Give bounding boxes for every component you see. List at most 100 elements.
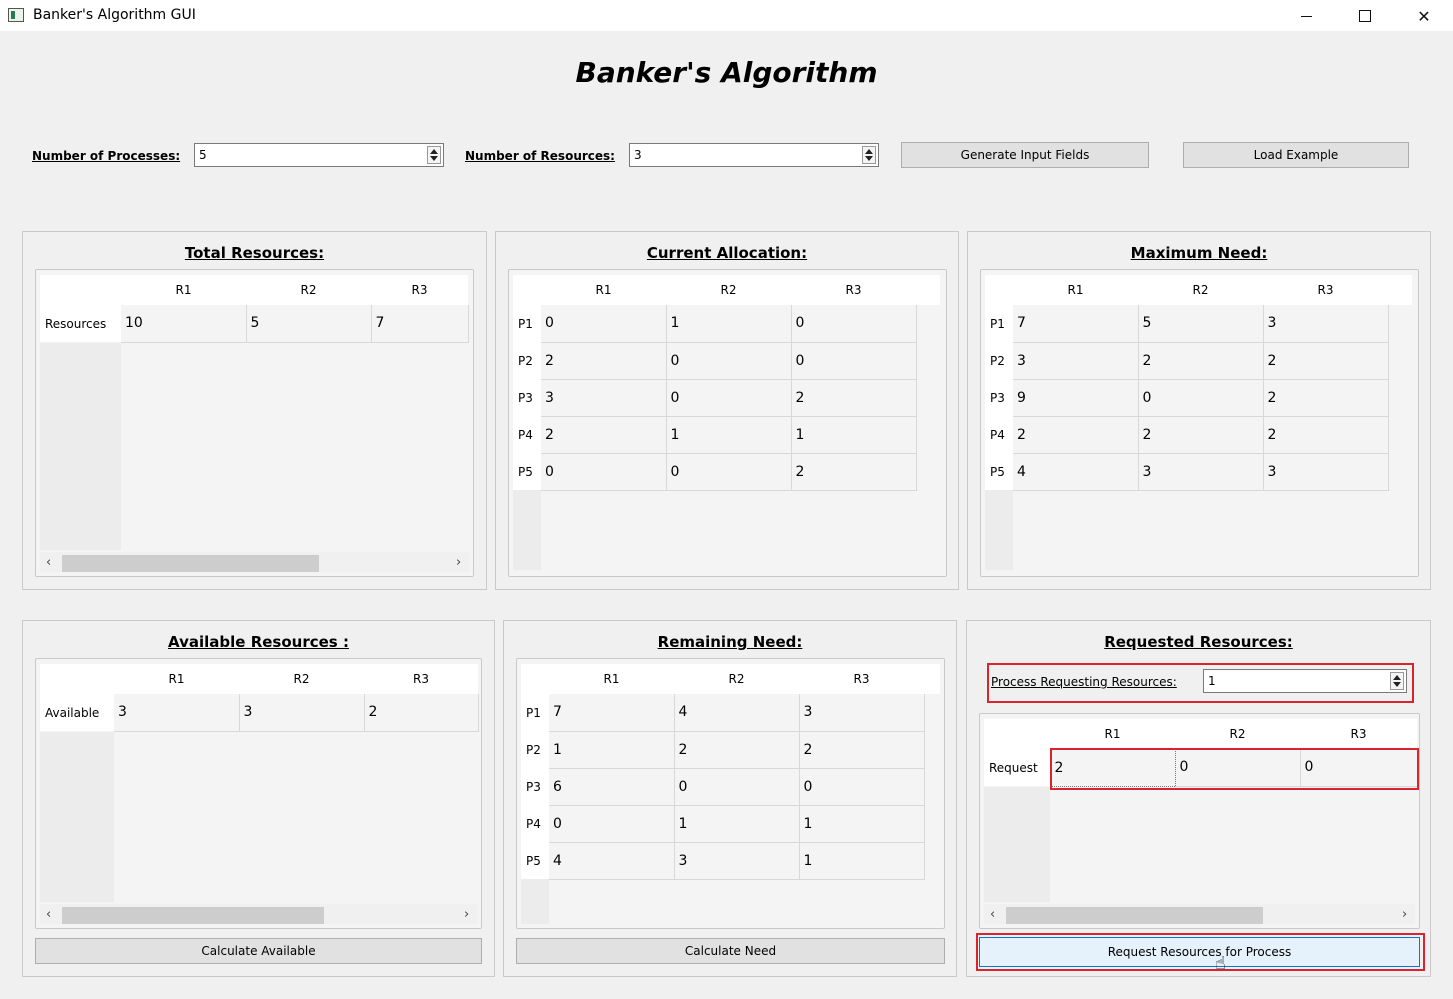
scroll-left-icon[interactable]: ‹ (46, 907, 51, 922)
spin-arrows-icon[interactable] (427, 146, 441, 164)
table-cell[interactable]: 4 (549, 842, 675, 880)
horizontal-scrollbar[interactable]: ‹ › (40, 552, 469, 572)
table-cell[interactable]: 2 (1263, 379, 1389, 417)
current-allocation-group: Current Allocation: R1 R2 R3 P1 0 1 0 P2 2 0 0… (495, 231, 959, 590)
table-cell[interactable]: 3 (239, 694, 365, 732)
table-cell[interactable]: 7 (371, 305, 469, 343)
table-cell[interactable]: 3 (1263, 453, 1389, 491)
scrollbar-thumb[interactable] (62, 555, 319, 572)
scroll-left-icon[interactable]: ‹ (990, 907, 995, 922)
processes-spinbox[interactable]: 5 (194, 143, 444, 167)
table-cell[interactable]: 1 (791, 416, 917, 454)
table-row: P1 0 1 0 (513, 305, 940, 343)
column-header: R2 (246, 275, 371, 305)
table-cell[interactable]: 9 (1013, 379, 1139, 417)
maximize-icon[interactable] (1342, 0, 1388, 32)
table-cell[interactable]: 2 (1263, 416, 1389, 454)
table-cell[interactable]: 1 (666, 416, 792, 454)
table-cell[interactable]: 0 (791, 342, 917, 380)
spin-arrows-icon[interactable] (862, 146, 876, 164)
maximum-need-group: Maximum Need: R1 R2 R3 P1 7 5 3 P2 3 2 2 P3 9 0 2… (967, 231, 1431, 590)
table-cell[interactable]: 7 (549, 694, 675, 732)
table-cell[interactable]: 3 (541, 379, 667, 417)
highlight-box (976, 933, 1425, 971)
table-cell[interactable]: 3 (799, 694, 925, 732)
table-cell[interactable]: 3 (674, 842, 800, 880)
table-cell[interactable]: 5 (246, 305, 372, 343)
table-row: P1 7 4 3 (521, 694, 940, 732)
table-cell[interactable]: 2 (1138, 416, 1264, 454)
scroll-right-icon[interactable]: › (456, 555, 461, 570)
table-cell[interactable]: 0 (1138, 379, 1264, 417)
highlight-box (1050, 748, 1419, 790)
table-cell[interactable]: 0 (666, 453, 792, 491)
minimize-icon[interactable] (1283, 0, 1329, 32)
row-header: Request (984, 749, 1050, 786)
table-cell[interactable]: 3 (1013, 342, 1139, 380)
table-cell[interactable]: 0 (791, 305, 917, 343)
table-cell[interactable]: 2 (799, 731, 925, 769)
row-header: P2 (985, 342, 1013, 379)
generate-input-fields-button[interactable]: Generate Input Fields (901, 142, 1149, 168)
table-cell[interactable]: 2 (541, 342, 667, 380)
table-cell[interactable]: 4 (674, 694, 800, 732)
scrollbar-thumb[interactable] (1006, 907, 1263, 924)
remaining-need-group: Remaining Need: R1 R2 R3 P1 7 4 3 P2 1 2 2 P3 6… (503, 620, 957, 977)
calculate-available-button[interactable]: Calculate Available (35, 938, 482, 964)
row-header: P1 (521, 694, 549, 731)
table-cell[interactable]: 4 (1013, 453, 1139, 491)
current-allocation-table: R1 R2 R3 P1 0 1 0 P2 2 0 0 P3 3 0 2 P4 2 1 1 P5 0 0 2 (508, 269, 947, 577)
table-cell[interactable]: 1 (549, 731, 675, 769)
table-cell[interactable]: 7 (1013, 305, 1139, 343)
column-header: R2 (1175, 719, 1300, 749)
horizontal-scrollbar[interactable]: ‹ › (40, 904, 477, 924)
table-cell[interactable]: 10 (121, 305, 247, 343)
table-cell[interactable]: 2 (674, 731, 800, 769)
table-cell[interactable]: 0 (549, 805, 675, 843)
load-example-button[interactable]: Load Example (1183, 142, 1409, 168)
table-cell[interactable]: 1 (674, 805, 800, 843)
table-row: P5 4 3 3 (985, 453, 1412, 491)
table-cell[interactable]: 0 (541, 305, 667, 343)
row-header: P4 (513, 416, 541, 453)
scrollbar-thumb[interactable] (62, 907, 324, 924)
resources-spinbox[interactable]: 3 (629, 143, 879, 167)
table-cell[interactable]: 1 (666, 305, 792, 343)
table-cell[interactable]: 2 (1013, 416, 1139, 454)
table-cell[interactable]: 3 (1138, 453, 1264, 491)
table-cell[interactable]: 0 (541, 453, 667, 491)
horizontal-scrollbar[interactable]: ‹ › (984, 904, 1415, 924)
current-allocation-title: Current Allocation: (646, 244, 808, 262)
table-cell[interactable]: 2 (364, 694, 479, 732)
requested-resources-title: Requested Resources: (1104, 633, 1293, 651)
table-cell[interactable]: 0 (799, 768, 925, 806)
column-header: R3 (371, 275, 468, 305)
calculate-need-button[interactable]: Calculate Need (516, 938, 945, 964)
column-header: R2 (239, 664, 364, 694)
scroll-left-icon[interactable]: ‹ (46, 555, 51, 570)
scroll-right-icon[interactable]: › (464, 907, 469, 922)
table-row: P5 4 3 1 (521, 842, 940, 880)
table-row: P3 3 0 2 (513, 379, 940, 417)
table-cell[interactable]: 3 (1263, 305, 1389, 343)
table-cell[interactable]: 2 (1138, 342, 1264, 380)
column-header: R3 (799, 664, 924, 694)
table-cell[interactable]: 2 (791, 379, 917, 417)
table-cell[interactable]: 0 (666, 342, 792, 380)
table-row: P2 2 0 0 (513, 342, 940, 380)
scroll-right-icon[interactable]: › (1402, 907, 1407, 922)
table-cell[interactable]: 3 (114, 694, 240, 732)
table-cell[interactable]: 2 (791, 453, 917, 491)
table-cell[interactable]: 0 (666, 379, 792, 417)
row-header: P5 (521, 842, 549, 879)
table-cell[interactable]: 1 (799, 842, 925, 880)
table-cell[interactable]: 2 (541, 416, 667, 454)
column-header: R1 (114, 664, 239, 694)
table-cell[interactable]: 1 (799, 805, 925, 843)
close-icon[interactable]: ✕ (1401, 0, 1447, 32)
table-cell[interactable]: 0 (674, 768, 800, 806)
table-cell[interactable]: 5 (1138, 305, 1264, 343)
table-row: P3 6 0 0 (521, 768, 940, 806)
table-cell[interactable]: 6 (549, 768, 675, 806)
table-cell[interactable]: 2 (1263, 342, 1389, 380)
